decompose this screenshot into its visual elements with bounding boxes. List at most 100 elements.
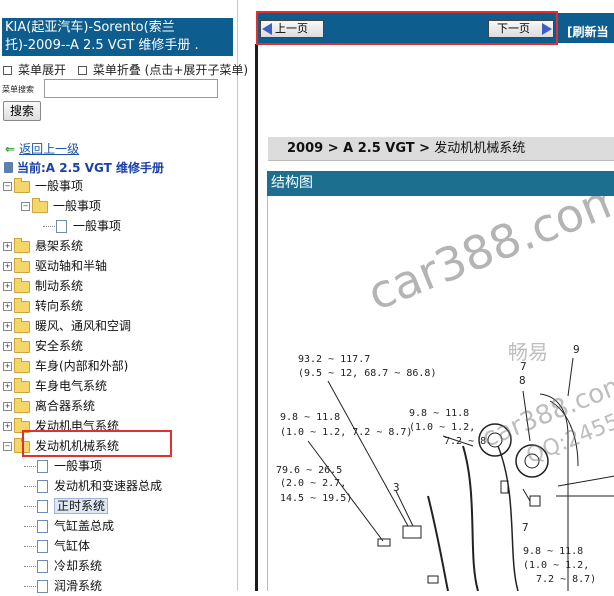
bolt xyxy=(377,538,391,547)
current-location: 当前:A 2.5 VGT 维修手册 xyxy=(4,159,164,176)
highlight-box xyxy=(22,430,172,457)
expand-icon[interactable]: + xyxy=(3,262,12,271)
structure-diagram: 93.2 ~ 117.7 (9.5 ~ 12, 68.7 ~ 86.8) 9.8… xyxy=(267,196,614,591)
square-icon xyxy=(77,66,87,75)
tree-item[interactable]: 冷却系统 xyxy=(24,556,102,576)
expand-icon[interactable]: + xyxy=(3,402,12,411)
tree-item[interactable]: 气缸盖总成 xyxy=(24,516,114,536)
part-number: 7 xyxy=(522,521,529,534)
expand-icon[interactable]: + xyxy=(3,302,12,311)
torque-annotation: 79.6 ~ 26.5 xyxy=(276,465,343,476)
folder-icon xyxy=(14,257,30,273)
tree-line xyxy=(43,226,55,227)
tree-item[interactable]: + 悬架系统 xyxy=(3,236,83,256)
breadcrumb-path: 2009 > A 2.5 VGT > xyxy=(287,141,431,156)
tree-item[interactable]: + 驱动轴和半轴 xyxy=(3,256,107,276)
book-icon xyxy=(4,162,13,173)
tree-line xyxy=(24,506,36,507)
part-number: 3 xyxy=(393,481,400,494)
tree-item[interactable]: + 暖风、通风和空调 xyxy=(3,316,131,336)
refresh-link[interactable]: [刷新当 xyxy=(567,23,609,40)
square-icon xyxy=(3,66,12,75)
tree-item-label: 车身(内部和外部) xyxy=(35,359,129,373)
breadcrumb: 2009 > A 2.5 VGT > 发动机机械系统 xyxy=(268,137,614,161)
frame-border xyxy=(255,44,258,591)
tree-item[interactable]: + 安全系统 xyxy=(3,336,83,356)
expand-all-control[interactable]: 菜单展开 xyxy=(3,63,66,77)
tree-item[interactable]: − 一般事项 xyxy=(3,176,83,196)
tree-item-label: 气缸体 xyxy=(54,539,91,553)
tree-item[interactable]: + 离合器系统 xyxy=(3,396,95,416)
tree-item-label: 暖风、通风和空调 xyxy=(35,319,132,333)
tree-line xyxy=(24,486,36,487)
breadcrumb-current: 发动机机械系统 xyxy=(430,141,526,156)
tree-item[interactable]: − 一般事项 xyxy=(21,196,101,216)
folder-icon xyxy=(14,177,30,193)
document-icon xyxy=(56,220,67,233)
expand-icon[interactable]: + xyxy=(3,342,12,351)
bolt xyxy=(402,525,422,539)
tree-item[interactable]: + 车身电气系统 xyxy=(3,376,107,396)
collapse-icon[interactable]: − xyxy=(21,202,30,211)
menu-toggle-row: 菜单展开 菜单折叠 (点击+展开子菜单) xyxy=(3,61,248,78)
back-link-label: 返回上一级 xyxy=(19,142,80,156)
document-icon xyxy=(37,460,48,473)
torque-annotation: 9.8 ~ 11.8 xyxy=(523,546,584,557)
manual-title: KIA(起亚汽车)-Sorento(索兰托)-2009--A 2.5 VGT 维… xyxy=(2,18,233,56)
leader-line xyxy=(307,440,384,542)
part-number: 8 xyxy=(519,374,526,387)
tree-item[interactable]: 润滑系统 xyxy=(24,576,102,596)
highlight-box xyxy=(256,11,558,45)
torque-annotation: 14.5 ~ 19.5) xyxy=(280,493,353,504)
tree-item-label: 制动系统 xyxy=(35,279,84,293)
tree-item[interactable]: + 转向系统 xyxy=(3,296,83,316)
tree-item-label: 冷却系统 xyxy=(54,559,103,573)
expand-icon[interactable]: + xyxy=(3,322,12,331)
folder-icon xyxy=(14,357,30,373)
collapse-icon[interactable]: − xyxy=(3,182,12,191)
document-icon xyxy=(37,580,48,593)
tree-item[interactable]: + 车身(内部和外部) xyxy=(3,356,128,376)
bolt xyxy=(427,575,439,584)
search-label: 菜单搜索 xyxy=(2,85,34,94)
torque-annotation: 7.2 ~ 8.7) xyxy=(536,574,597,585)
torque-annotation: 9.8 ~ 11.8 xyxy=(280,412,341,423)
tree-item-label: 一般事项 xyxy=(35,179,84,193)
document-icon xyxy=(37,520,48,533)
expand-icon[interactable]: + xyxy=(3,422,12,431)
tree-item[interactable]: + 制动系统 xyxy=(3,276,83,296)
tree-line xyxy=(24,526,36,527)
tree-line xyxy=(24,566,36,567)
chain-guide xyxy=(497,445,519,591)
folder-icon xyxy=(14,337,30,353)
back-link[interactable]: ⇐ 返回上一级 xyxy=(5,140,79,157)
tree-item-label: 悬架系统 xyxy=(35,239,84,253)
torque-annotation: (1.0 ~ 1.2, xyxy=(523,560,590,571)
collapse-icon[interactable]: − xyxy=(3,442,12,451)
tree-line xyxy=(24,586,36,587)
tree-line xyxy=(24,466,36,467)
expand-icon[interactable]: + xyxy=(3,362,12,371)
folder-icon xyxy=(14,377,30,393)
tree-item[interactable]: 发动机和变速器总成 xyxy=(24,476,162,496)
tree-item-label: 正时系统 xyxy=(54,498,109,514)
folder-icon xyxy=(14,397,30,413)
tree-item-label: 驱动轴和半轴 xyxy=(35,259,108,273)
torque-annotation: (2.0 ~ 2.7, xyxy=(280,478,347,489)
search-button[interactable]: 搜索 xyxy=(3,101,41,121)
collapse-all-control[interactable]: 菜单折叠 (点击+展开子菜单) xyxy=(77,63,248,77)
torque-annotation: (1.0 ~ 1.2, xyxy=(409,422,476,433)
expand-icon[interactable]: + xyxy=(3,382,12,391)
tree-item-selected[interactable]: 正时系统 xyxy=(24,496,109,516)
search-input[interactable] xyxy=(44,79,218,98)
tree-item-label: 气缸盖总成 xyxy=(54,519,115,533)
tree-item-label: 离合器系统 xyxy=(35,399,96,413)
expand-icon[interactable]: + xyxy=(3,282,12,291)
tree-item-label: 车身电气系统 xyxy=(35,379,108,393)
tree-item[interactable]: 一般事项 xyxy=(24,456,102,476)
tree-item[interactable]: 一般事项 xyxy=(43,216,121,236)
expand-icon[interactable]: + xyxy=(3,242,12,251)
tree-item[interactable]: 气缸体 xyxy=(24,536,90,556)
folder-icon xyxy=(14,297,30,313)
tree-item-label: 安全系统 xyxy=(35,339,84,353)
